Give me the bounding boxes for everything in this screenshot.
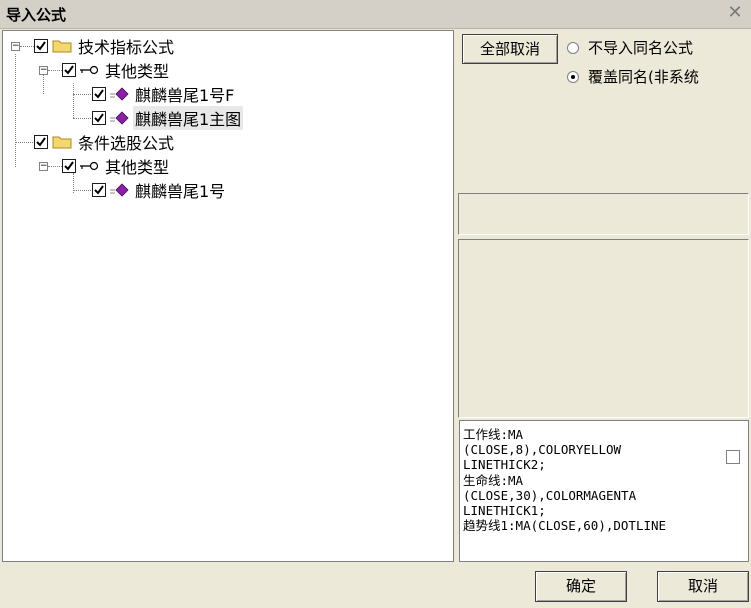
formula-line: (CLOSE,30),COLORMAGENTA xyxy=(463,487,637,503)
radio-button[interactable] xyxy=(567,41,579,54)
node-checkbox[interactable] xyxy=(62,63,76,77)
formula-line: 工作线:MA xyxy=(463,427,524,442)
tree-node-formula[interactable]: 麒麟兽尾1号F xyxy=(92,83,234,105)
folder-icon xyxy=(52,40,72,53)
checkmark-icon xyxy=(36,137,46,147)
formula-line: 趋势线1:MA(CLOSE,60),DOTLINE xyxy=(463,518,667,534)
formula-line: LINETHICK2; xyxy=(463,457,546,473)
tree-connector xyxy=(15,142,33,143)
checkmark-icon xyxy=(64,161,74,171)
formula-preview: 工作线:MA (CLOSE,8),COLORYELLOW LINETHICK2;… xyxy=(459,420,749,562)
title-bar: 导入公式 ✕ xyxy=(0,0,751,29)
cancel-button[interactable]: 取消 xyxy=(657,571,749,602)
tree-connector xyxy=(48,166,62,167)
tree-node-technical-folder[interactable]: 技术指标公式 xyxy=(34,35,174,57)
cancel-all-button[interactable]: 全部取消 xyxy=(462,34,558,64)
node-checkbox[interactable] xyxy=(92,87,106,101)
ok-button[interactable]: 确定 xyxy=(535,571,627,602)
collapse-icon[interactable]: − xyxy=(39,66,48,75)
checkmark-icon xyxy=(94,185,104,195)
formula-line: (CLOSE,8),COLORYELLOW xyxy=(463,442,622,458)
close-icon[interactable]: ✕ xyxy=(725,3,745,23)
info-field xyxy=(458,193,749,235)
node-checkbox[interactable] xyxy=(92,111,106,125)
formula-line: LINETHICK1; xyxy=(463,503,546,519)
tree-connector xyxy=(20,46,34,47)
tree-connector xyxy=(48,70,62,71)
tree-connector xyxy=(43,73,44,94)
tree-node-other-types[interactable]: 其他类型 xyxy=(62,59,169,81)
formula-line: 生命线:MA xyxy=(463,472,524,488)
node-checkbox[interactable] xyxy=(92,183,106,197)
radio-label: 覆盖同名(非系统 xyxy=(588,68,699,86)
key-icon xyxy=(80,65,99,75)
tree-connector xyxy=(15,54,16,167)
tree-connector xyxy=(73,118,91,119)
radio-overwrite-duplicates[interactable]: 覆盖同名(非系统 xyxy=(567,66,729,87)
radio-label: 不导入同名公式 xyxy=(588,39,694,57)
formula-tree[interactable]: − − − 技术指标公式 其他类型 麒麟兽尾1号F 麒麟兽尾1主图 条件选股公式… xyxy=(2,30,454,562)
tree-node-label: 其他类型 xyxy=(105,62,170,81)
tree-node-label: 技术指标公式 xyxy=(78,38,175,57)
tree-node-label: 麒麟兽尾1号F xyxy=(135,86,235,105)
checkmark-icon xyxy=(94,113,104,123)
preview-checkbox[interactable] xyxy=(726,450,740,464)
key-icon xyxy=(80,161,99,171)
folder-icon xyxy=(52,136,72,149)
checkmark-icon xyxy=(64,65,74,75)
node-checkbox[interactable] xyxy=(34,135,48,149)
checkmark-icon xyxy=(94,89,104,99)
tree-connector xyxy=(73,94,91,95)
purple-gem-icon xyxy=(110,183,129,197)
tree-node-label: 其他类型 xyxy=(105,158,170,177)
tree-connector xyxy=(73,190,91,191)
tree-connector xyxy=(73,83,74,118)
tree-node-screening-folder[interactable]: 条件选股公式 xyxy=(34,131,174,153)
collapse-icon[interactable]: − xyxy=(39,162,48,171)
tree-node-label: 条件选股公式 xyxy=(78,134,175,153)
purple-gem-icon xyxy=(110,87,129,101)
checkmark-icon xyxy=(36,41,46,51)
description-area xyxy=(458,239,749,418)
tree-node-formula[interactable]: 麒麟兽尾1号 xyxy=(92,179,225,201)
radio-skip-duplicates[interactable]: 不导入同名公式 xyxy=(567,37,693,58)
collapse-icon[interactable]: − xyxy=(11,42,20,51)
footer-bar xyxy=(0,565,751,608)
purple-gem-icon xyxy=(110,111,129,125)
window-title: 导入公式 xyxy=(6,6,67,24)
tree-node-formula-selected[interactable]: 麒麟兽尾1主图 xyxy=(92,106,244,130)
node-checkbox[interactable] xyxy=(34,39,48,53)
radio-button[interactable] xyxy=(567,70,579,83)
tree-node-other-types[interactable]: 其他类型 xyxy=(62,155,169,177)
tree-node-label: 麒麟兽尾1号 xyxy=(135,182,226,201)
node-checkbox[interactable] xyxy=(62,159,76,173)
tree-node-label: 麒麟兽尾1主图 xyxy=(133,106,244,130)
